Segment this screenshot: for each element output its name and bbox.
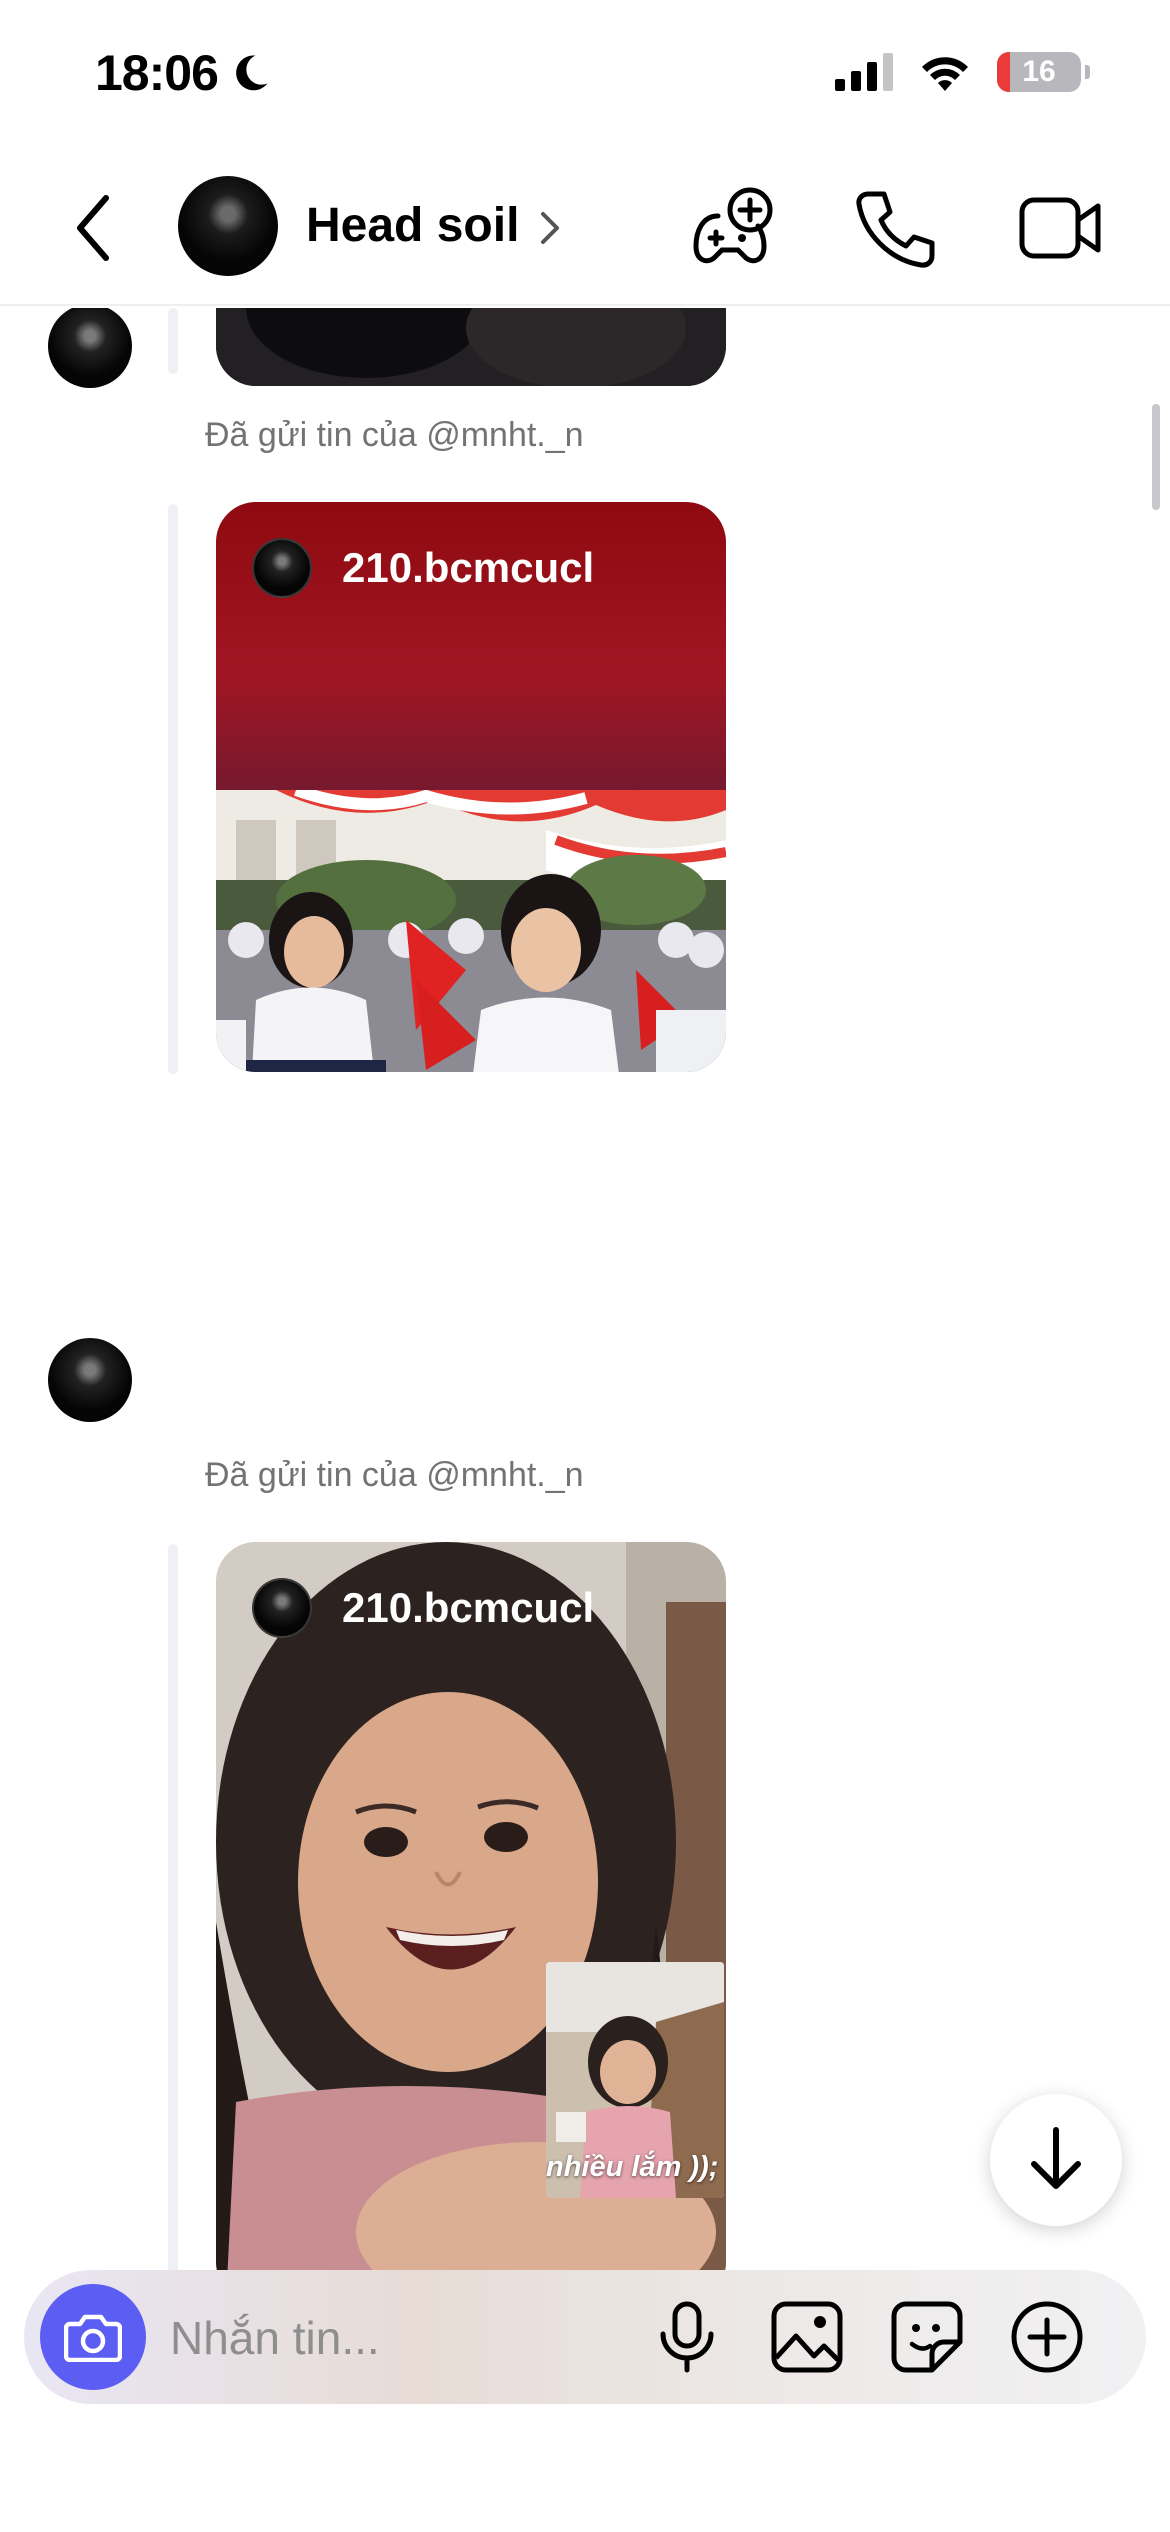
contact-name[interactable]: Head soil <box>306 198 519 253</box>
story-user-avatar <box>252 538 312 598</box>
wifi-icon <box>922 57 968 91</box>
avatar[interactable] <box>178 176 278 276</box>
school-children-photo <box>216 790 726 1072</box>
reply-caption: Đã gửi tin của @mnht._n <box>205 416 584 454</box>
story-overlay-text: nhiều lắm )); <box>546 2151 719 2183</box>
battery-level: 16 <box>1022 55 1056 88</box>
plus-circle-icon[interactable] <box>1008 2298 1086 2376</box>
cellular-signal-icon <box>835 53 893 91</box>
story-card[interactable]: 210.bcmcucl <box>216 502 726 1072</box>
camera-button[interactable] <box>40 2284 146 2390</box>
story-username: 210.bcmcucl <box>342 1584 595 1631</box>
message-input[interactable] <box>170 2310 640 2366</box>
status-bar: 18:06 16 <box>0 0 1170 150</box>
battery-icon: 16 <box>997 52 1081 92</box>
status-icons: 16 <box>835 52 1090 92</box>
camera-icon <box>64 2314 122 2362</box>
game-add-icon[interactable] <box>690 186 778 270</box>
chat-screen: 18:06 16 Head soil Đã gửi tin của @mnht.… <box>0 0 1170 2532</box>
story-user-avatar <box>252 1578 312 1638</box>
status-time-group: 18:06 <box>95 44 272 102</box>
thread-line <box>168 1544 178 2270</box>
message-composer <box>24 2270 1146 2404</box>
story-card[interactable]: 210.bcmcucl nhiều lắm )); <box>216 1542 726 2270</box>
reply-caption: Đã gửi tin của @mnht._n <box>205 1456 584 1494</box>
chevron-right-icon[interactable] <box>535 206 565 250</box>
battery-nub <box>1085 65 1090 79</box>
moon-icon <box>236 55 268 91</box>
thread-line <box>168 308 178 374</box>
story-photo <box>216 790 726 1072</box>
story-header: 210.bcmcucl <box>252 1578 594 1638</box>
arrow-down-icon <box>1031 2127 1081 2189</box>
thread-line <box>168 504 178 1074</box>
story-username: 210.bcmcucl <box>342 544 595 591</box>
status-time: 18:06 <box>95 45 219 101</box>
sender-avatar[interactable] <box>48 1338 132 1422</box>
sender-avatar[interactable] <box>48 308 132 388</box>
microphone-icon[interactable] <box>648 2298 726 2376</box>
previous-story-image <box>216 308 726 386</box>
message-list[interactable]: Đã gửi tin của @mnht._n 210.bcmcucl Đã g… <box>0 308 1170 2270</box>
previous-story-card[interactable] <box>216 308 726 386</box>
phone-icon[interactable] <box>850 186 938 270</box>
story-inset-photo: nhiều lắm )); <box>546 1962 724 2198</box>
story-header: 210.bcmcucl <box>252 538 594 598</box>
back-chevron-icon[interactable] <box>68 190 120 266</box>
gallery-icon[interactable] <box>768 2298 846 2376</box>
video-camera-icon[interactable] <box>1016 186 1104 270</box>
scroll-indicator[interactable] <box>1152 404 1160 510</box>
sticker-icon[interactable] <box>888 2298 966 2376</box>
chat-header: Head soil <box>0 150 1170 306</box>
scroll-to-bottom-button[interactable] <box>990 2094 1122 2226</box>
